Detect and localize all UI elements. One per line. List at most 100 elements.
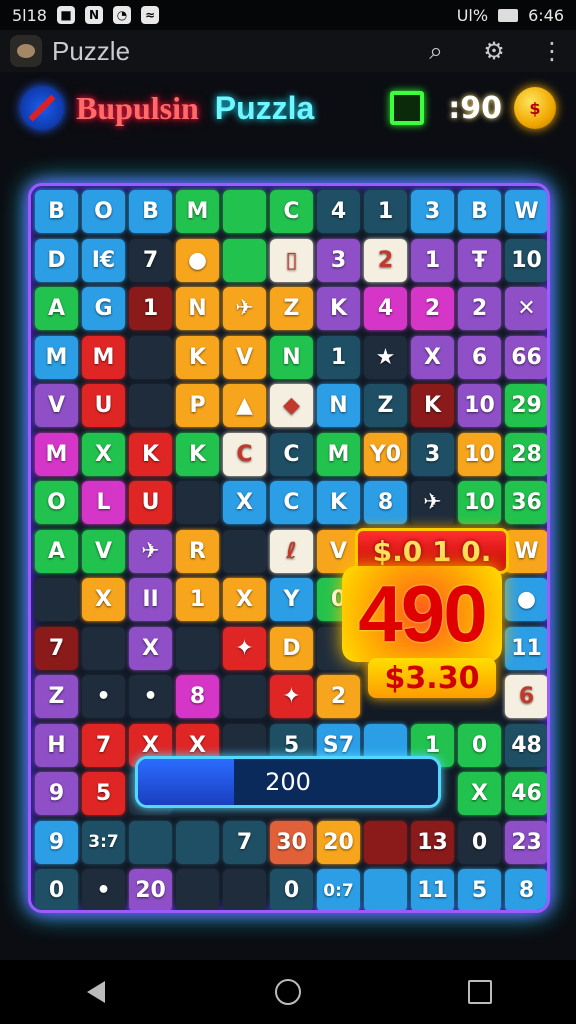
puzzle-tile[interactable]: [176, 626, 219, 670]
puzzle-tile[interactable]: 1: [176, 578, 219, 621]
puzzle-tile[interactable]: 8: [505, 869, 547, 910]
puzzle-tile[interactable]: ✦: [270, 675, 313, 718]
puzzle-tile[interactable]: 1: [317, 335, 360, 379]
puzzle-tile[interactable]: K: [317, 481, 360, 524]
puzzle-tile[interactable]: I€: [82, 238, 125, 282]
puzzle-tile[interactable]: [223, 190, 266, 233]
puzzle-tile[interactable]: V: [35, 384, 78, 427]
recent-apps-icon[interactable]: [462, 974, 498, 1010]
puzzle-tile[interactable]: ●: [505, 578, 547, 621]
puzzle-tile[interactable]: B: [458, 190, 501, 233]
puzzle-tile[interactable]: D: [35, 238, 78, 282]
puzzle-tile[interactable]: K: [411, 384, 454, 427]
puzzle-tile[interactable]: 20: [317, 820, 360, 864]
puzzle-tile[interactable]: 5: [458, 869, 501, 910]
puzzle-tile[interactable]: 2: [411, 287, 454, 330]
puzzle-tile[interactable]: 11: [505, 626, 547, 670]
puzzle-tile[interactable]: 3:7: [82, 820, 125, 864]
settings-gear-icon[interactable]: ⚙: [480, 37, 508, 65]
puzzle-tile[interactable]: [223, 238, 266, 282]
puzzle-tile[interactable]: W: [505, 190, 547, 233]
puzzle-tile[interactable]: 10: [458, 432, 501, 476]
puzzle-tile[interactable]: X: [411, 335, 454, 379]
puzzle-tile[interactable]: U: [129, 481, 172, 524]
puzzle-tile[interactable]: M: [82, 335, 125, 379]
puzzle-tile[interactable]: O: [82, 190, 125, 233]
puzzle-tile[interactable]: Z: [35, 675, 78, 718]
puzzle-tile[interactable]: [82, 626, 125, 670]
more-vert-icon[interactable]: ⋮: [538, 37, 566, 65]
puzzle-tile[interactable]: V: [82, 529, 125, 573]
puzzle-tile[interactable]: A: [35, 287, 78, 330]
puzzle-tile[interactable]: 1: [129, 287, 172, 330]
puzzle-tile[interactable]: C: [270, 190, 313, 233]
puzzle-tile[interactable]: Y0: [364, 432, 407, 476]
puzzle-tile[interactable]: U: [82, 384, 125, 427]
puzzle-tile[interactable]: Y: [270, 578, 313, 621]
puzzle-tile[interactable]: 29: [505, 384, 547, 427]
puzzle-tile[interactable]: [223, 675, 266, 718]
puzzle-tile[interactable]: ℓ: [270, 529, 313, 573]
puzzle-tile[interactable]: 36: [505, 481, 547, 524]
puzzle-tile[interactable]: M: [176, 190, 219, 233]
puzzle-tile[interactable]: M: [35, 335, 78, 379]
puzzle-tile[interactable]: X: [82, 578, 125, 621]
puzzle-tile[interactable]: 10: [458, 384, 501, 427]
square-icon[interactable]: [390, 91, 425, 125]
puzzle-tile[interactable]: X: [223, 578, 266, 621]
puzzle-tile[interactable]: 4: [364, 287, 407, 330]
puzzle-tile[interactable]: 23: [505, 820, 547, 864]
puzzle-tile[interactable]: A: [35, 529, 78, 573]
puzzle-tile[interactable]: 0: [35, 869, 78, 910]
puzzle-tile[interactable]: C: [270, 432, 313, 476]
puzzle-tile[interactable]: Ŧ: [458, 238, 501, 282]
puzzle-tile[interactable]: 0: [270, 869, 313, 910]
puzzle-tile[interactable]: X: [82, 432, 125, 476]
puzzle-tile[interactable]: 2: [317, 675, 360, 718]
puzzle-tile[interactable]: D: [270, 626, 313, 670]
puzzle-tile[interactable]: L: [82, 481, 125, 524]
puzzle-tile[interactable]: 0: [458, 723, 501, 767]
puzzle-tile[interactable]: [35, 578, 78, 621]
puzzle-tile[interactable]: ★: [364, 335, 407, 379]
puzzle-tile[interactable]: ●: [176, 238, 219, 282]
puzzle-tile[interactable]: [129, 335, 172, 379]
puzzle-tile[interactable]: K: [176, 432, 219, 476]
puzzle-tile[interactable]: X: [129, 626, 172, 670]
puzzle-tile[interactable]: N: [270, 335, 313, 379]
back-icon[interactable]: [78, 974, 114, 1010]
puzzle-tile[interactable]: 7: [129, 238, 172, 282]
puzzle-tile[interactable]: ✈: [411, 481, 454, 524]
puzzle-tile[interactable]: K: [129, 432, 172, 476]
puzzle-tile[interactable]: 10: [458, 481, 501, 524]
puzzle-tile[interactable]: X: [458, 772, 501, 815]
puzzle-tile[interactable]: O: [35, 481, 78, 524]
puzzle-tile[interactable]: [176, 481, 219, 524]
puzzle-tile[interactable]: 3: [411, 432, 454, 476]
puzzle-tile[interactable]: 6: [505, 675, 547, 718]
puzzle-tile[interactable]: 6: [458, 335, 501, 379]
puzzle-tile[interactable]: ◆: [270, 384, 313, 427]
puzzle-tile[interactable]: 0: [458, 820, 501, 864]
puzzle-tile[interactable]: X: [223, 481, 266, 524]
puzzle-tile[interactable]: W: [505, 529, 547, 573]
puzzle-tile[interactable]: G: [82, 287, 125, 330]
puzzle-tile[interactable]: 11: [411, 869, 454, 910]
puzzle-tile[interactable]: 20: [129, 869, 172, 910]
puzzle-tile[interactable]: 66: [505, 335, 547, 379]
puzzle-tile[interactable]: [129, 820, 172, 864]
puzzle-tile[interactable]: 7: [223, 820, 266, 864]
puzzle-tile[interactable]: R: [176, 529, 219, 573]
puzzle-tile[interactable]: B: [129, 190, 172, 233]
puzzle-tile[interactable]: P: [176, 384, 219, 427]
puzzle-tile[interactable]: 7: [82, 723, 125, 767]
puzzle-tile[interactable]: 9: [35, 772, 78, 815]
puzzle-tile[interactable]: 48: [505, 723, 547, 767]
puzzle-tile[interactable]: ✦: [223, 626, 266, 670]
puzzle-tile[interactable]: N: [317, 384, 360, 427]
puzzle-tile[interactable]: [223, 869, 266, 910]
puzzle-tile[interactable]: Z: [364, 384, 407, 427]
search-icon[interactable]: ⌕: [422, 37, 450, 65]
puzzle-tile[interactable]: 5: [82, 772, 125, 815]
puzzle-tile[interactable]: ✈: [223, 287, 266, 330]
